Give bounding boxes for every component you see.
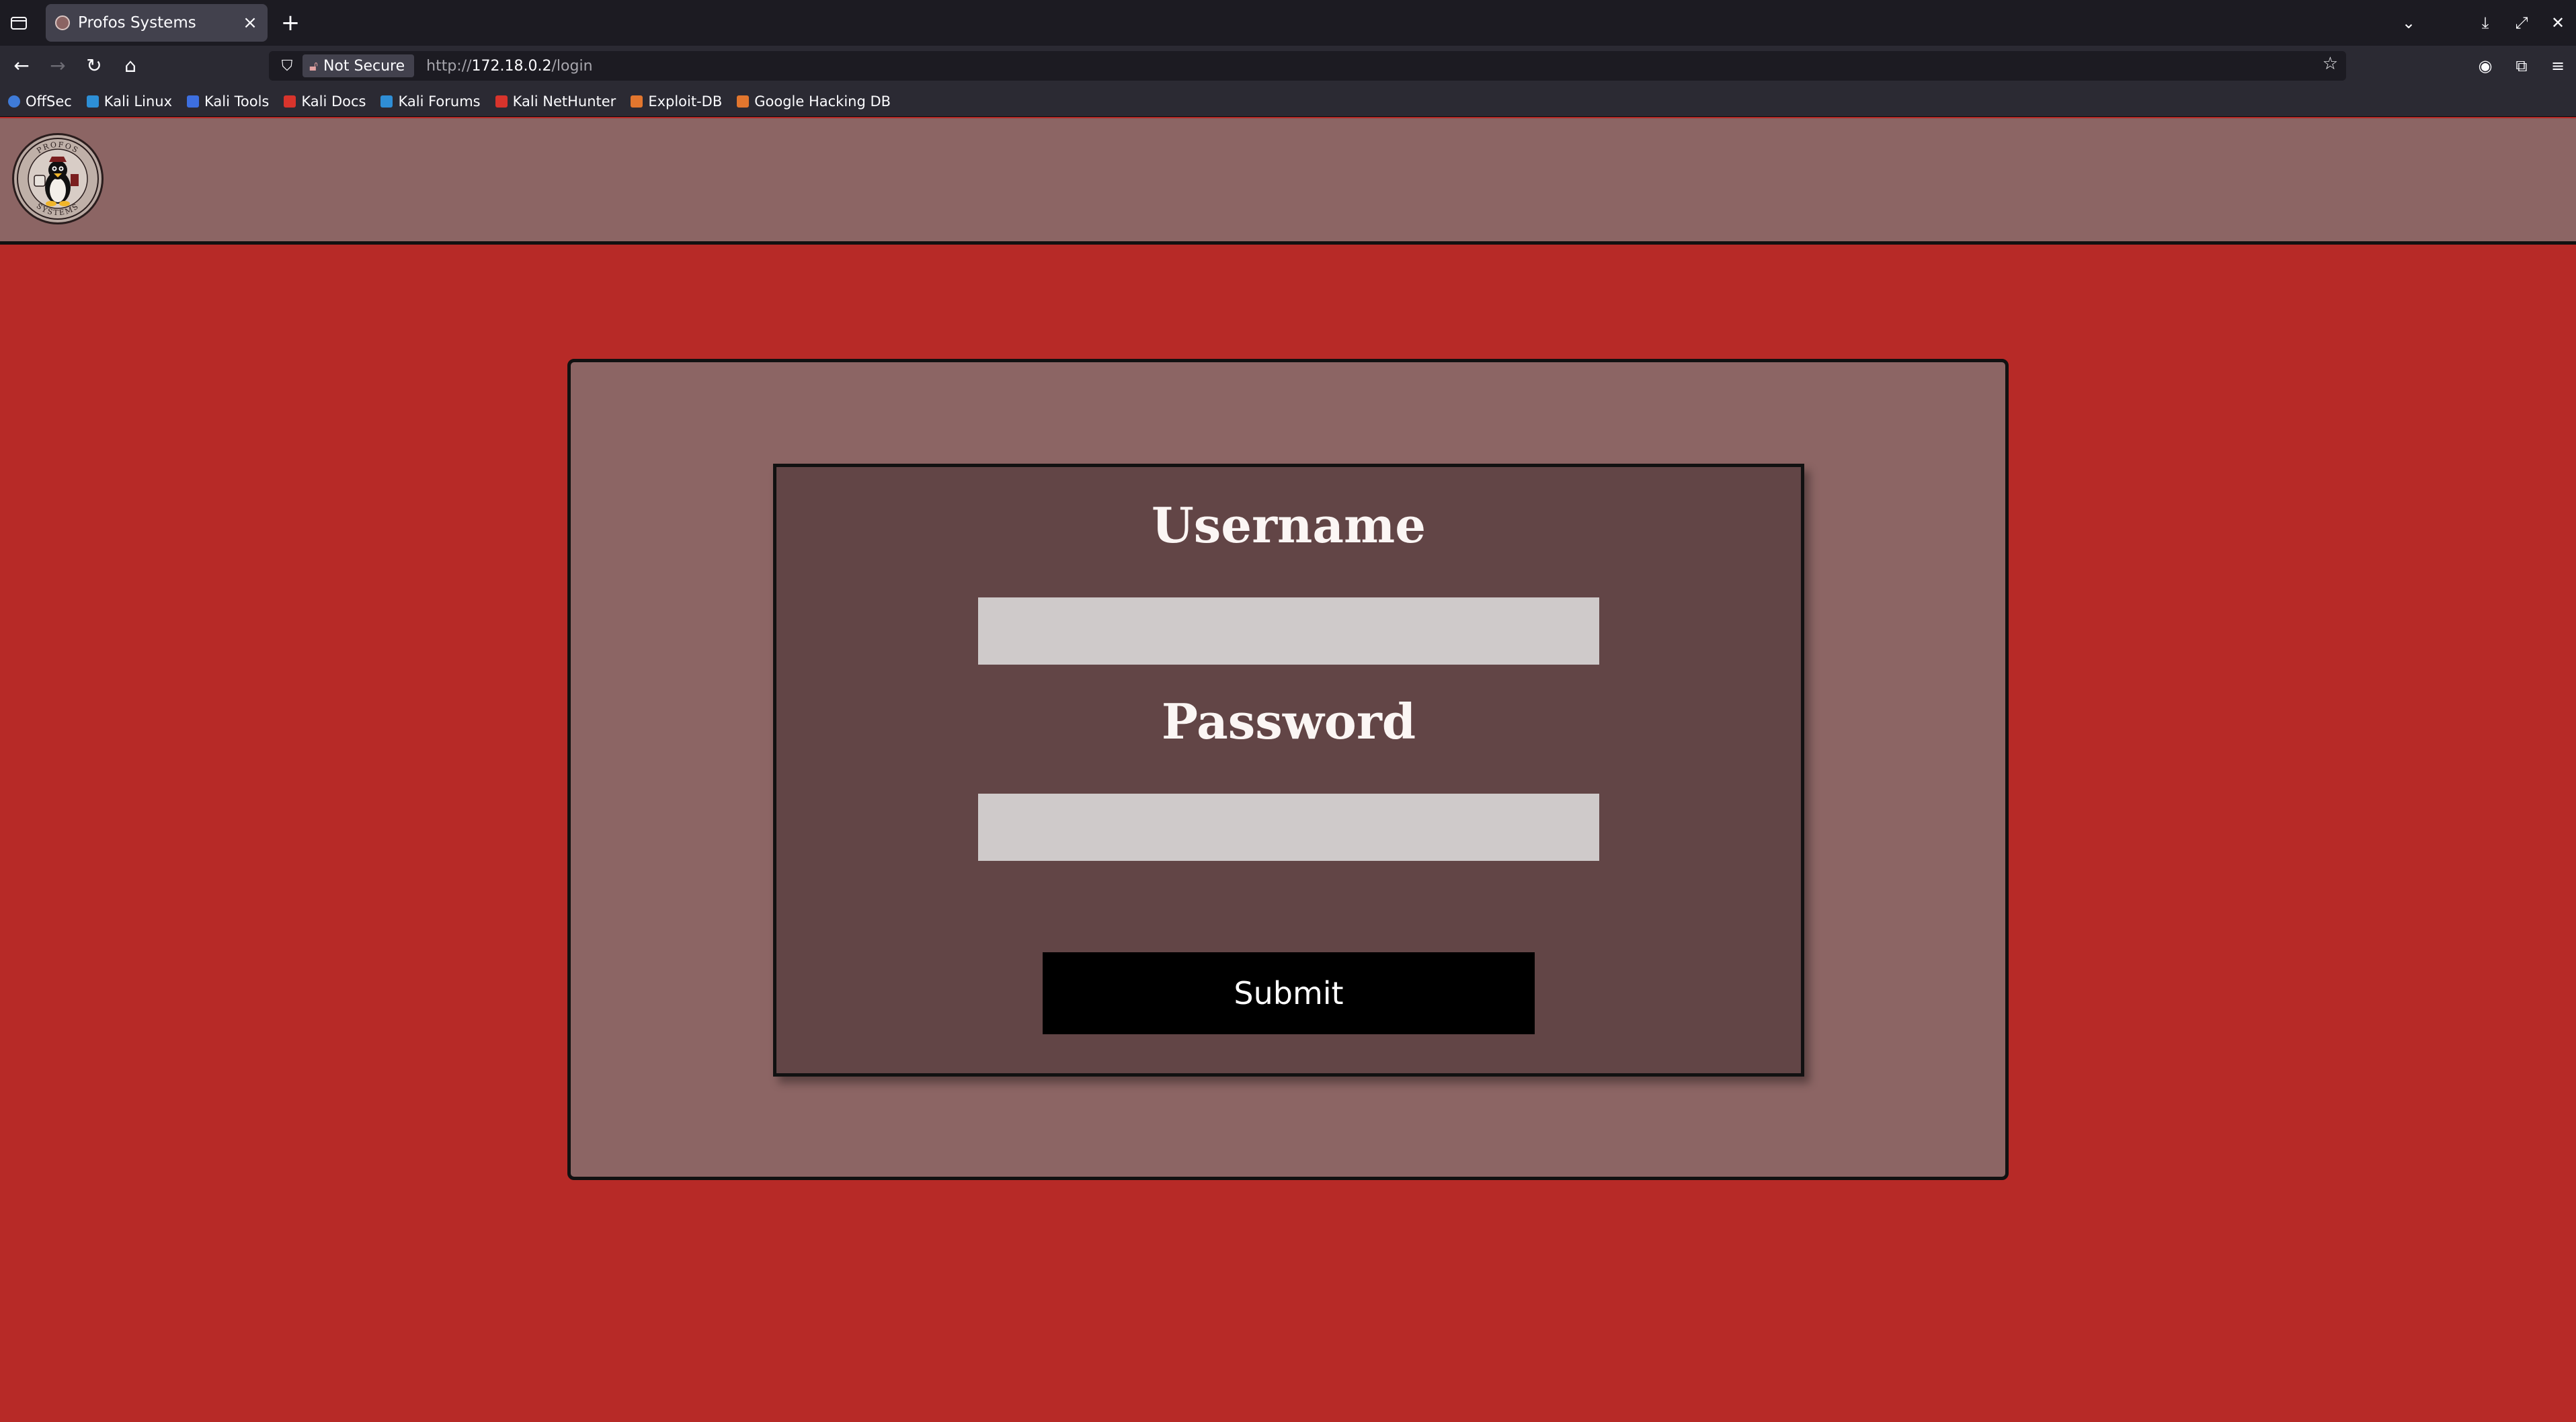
tab-favicon-icon xyxy=(55,15,70,30)
close-window-icon[interactable]: ✕ xyxy=(2540,13,2576,32)
bookmark-label: Kali Docs xyxy=(301,93,366,110)
bookmark-label: Kali Tools xyxy=(204,93,270,110)
url-host: 172.18.0.2 xyxy=(471,57,552,75)
kali-forums-icon xyxy=(380,95,393,108)
maximize-icon[interactable]: ⤢ xyxy=(2503,13,2540,32)
bookmark-kali-docs[interactable]: Kali Docs xyxy=(284,93,366,110)
security-indicator[interactable]: 🔓︎ Not Secure xyxy=(303,54,415,77)
password-input[interactable] xyxy=(978,794,1599,861)
toolbar-right: ◉ ⧉ ≡ xyxy=(2467,46,2576,86)
bookmark-label: Exploit-DB xyxy=(648,93,723,110)
bookmark-star-icon[interactable]: ☆ xyxy=(2323,54,2338,74)
profos-logo[interactable]: PROFOS SYSTEMS xyxy=(12,133,104,224)
url-text[interactable]: http://172.18.0.2/login xyxy=(426,58,592,75)
kali-dragon-icon xyxy=(86,95,99,108)
ghdb-icon xyxy=(737,95,750,108)
penguin-logo-icon: PROFOS SYSTEMS xyxy=(17,138,99,220)
forward-button[interactable]: → xyxy=(43,51,73,81)
back-button[interactable]: ← xyxy=(7,51,36,81)
site-header: PROFOS SYSTEMS xyxy=(0,118,2576,245)
extensions-icon[interactable]: ⧉ xyxy=(2503,56,2540,75)
bookmark-label: Kali NetHunter xyxy=(512,93,616,110)
bookmarks-bar: OffSec Kali Linux Kali Tools Kali Docs K… xyxy=(0,86,2576,117)
window-controls: ⌄ ⤓ ⤢ ✕ xyxy=(2390,0,2576,46)
offsec-icon xyxy=(8,95,20,108)
home-button[interactable]: ⌂ xyxy=(116,51,145,81)
minimize-icon[interactable]: ⤓ xyxy=(2467,13,2503,32)
bookmark-exploit-db[interactable]: Exploit-DB xyxy=(631,93,722,110)
active-tab[interactable]: Profos Systems × xyxy=(46,4,268,42)
password-label: Password xyxy=(1161,693,1416,750)
bookmark-label: OffSec xyxy=(26,93,72,110)
submit-button[interactable]: Submit xyxy=(1043,952,1535,1034)
reload-button[interactable]: ↻ xyxy=(79,51,109,81)
new-tab-button[interactable]: + xyxy=(276,8,305,38)
username-label: Username xyxy=(1151,497,1426,554)
chevron-down-icon[interactable]: ⌄ xyxy=(2390,13,2427,32)
kali-tools-icon xyxy=(187,95,199,108)
shield-icon[interactable]: ⛉ xyxy=(277,58,297,75)
browser-tab-bar: Profos Systems × + ⌄ ⤓ ⤢ ✕ xyxy=(0,0,2576,46)
bookmark-google-hacking-db[interactable]: Google Hacking DB xyxy=(737,93,891,110)
bookmark-label: Kali Forums xyxy=(398,93,481,110)
tab-close-button[interactable]: × xyxy=(237,13,264,33)
exploit-db-icon xyxy=(631,95,643,108)
bookmark-kali-nethunter[interactable]: Kali NetHunter xyxy=(495,93,616,110)
menu-icon[interactable]: ≡ xyxy=(2540,56,2576,75)
username-input[interactable] xyxy=(978,597,1599,665)
browser-nav-bar: ← → ↻ ⌂ ⛉ 🔓︎ Not Secure http://172.18.0.… xyxy=(0,46,2576,86)
nethunter-icon xyxy=(495,95,508,108)
security-label: Not Secure xyxy=(323,57,405,75)
tab-title: Profos Systems xyxy=(78,14,196,32)
bookmark-kali-tools[interactable]: Kali Tools xyxy=(187,93,269,110)
bookmark-label: Kali Linux xyxy=(104,93,172,110)
url-path: /login xyxy=(551,57,593,75)
bookmark-kali-forums[interactable]: Kali Forums xyxy=(380,93,481,110)
bookmark-kali-linux[interactable]: Kali Linux xyxy=(86,93,172,110)
tab-list-icon xyxy=(11,17,27,30)
bookmark-offsec[interactable]: OffSec xyxy=(8,93,72,110)
broken-lock-icon: 🔓︎ xyxy=(309,58,318,74)
account-icon[interactable]: ◉ xyxy=(2467,56,2503,75)
url-prefix: http:// xyxy=(426,57,472,75)
kali-docs-icon xyxy=(284,95,296,108)
tab-list-button[interactable] xyxy=(7,11,31,35)
bookmark-label: Google Hacking DB xyxy=(754,93,891,110)
url-bar[interactable]: ⛉ 🔓︎ Not Secure http://172.18.0.2/login … xyxy=(269,51,2346,81)
login-form: Username Password Submit xyxy=(773,464,1804,1077)
